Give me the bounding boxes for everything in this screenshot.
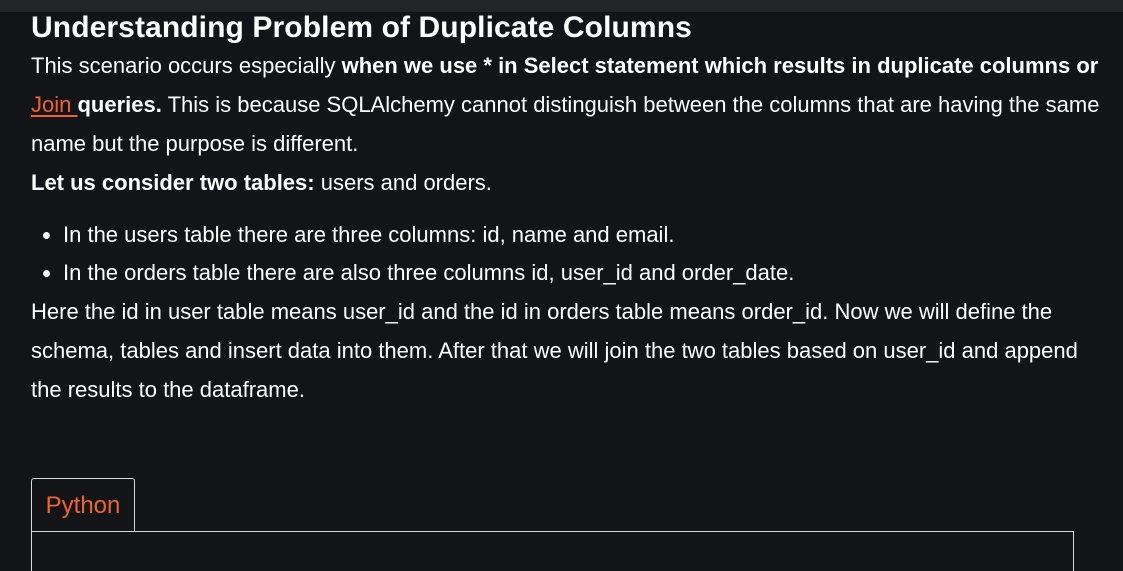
intro-text-tail: This is because SQLAlchemy cannot distin…: [31, 92, 1100, 156]
tables-text: users and orders.: [314, 170, 492, 195]
code-block: [31, 531, 1074, 571]
intro-bold-text: when we use * in Select statement which …: [341, 53, 1099, 78]
article-heading: Understanding Problem of Duplicate Colum…: [31, 11, 692, 44]
intro-text: This scenario occurs especially: [31, 53, 342, 78]
join-link[interactable]: Join: [31, 92, 77, 117]
tables-bold-lead: Let us consider two tables:: [31, 170, 315, 195]
intro-paragraph: This scenario occurs especially when we …: [31, 46, 1101, 163]
list-item-orders: In the orders table there are also three…: [63, 254, 1101, 292]
tables-bullet-list: In the users table there are three colum…: [31, 216, 1101, 292]
article-content: Understanding Problem of Duplicate Colum…: [31, 10, 1101, 409]
explanation-paragraph: Here the id in user table means user_id …: [31, 299, 1078, 402]
intro-bold-queries: queries.: [77, 92, 162, 117]
list-item-users: In the users table there are three colum…: [63, 216, 1101, 254]
tables-paragraph: Let us consider two tables: users and or…: [31, 163, 1101, 202]
tab-python[interactable]: Python: [31, 478, 135, 531]
